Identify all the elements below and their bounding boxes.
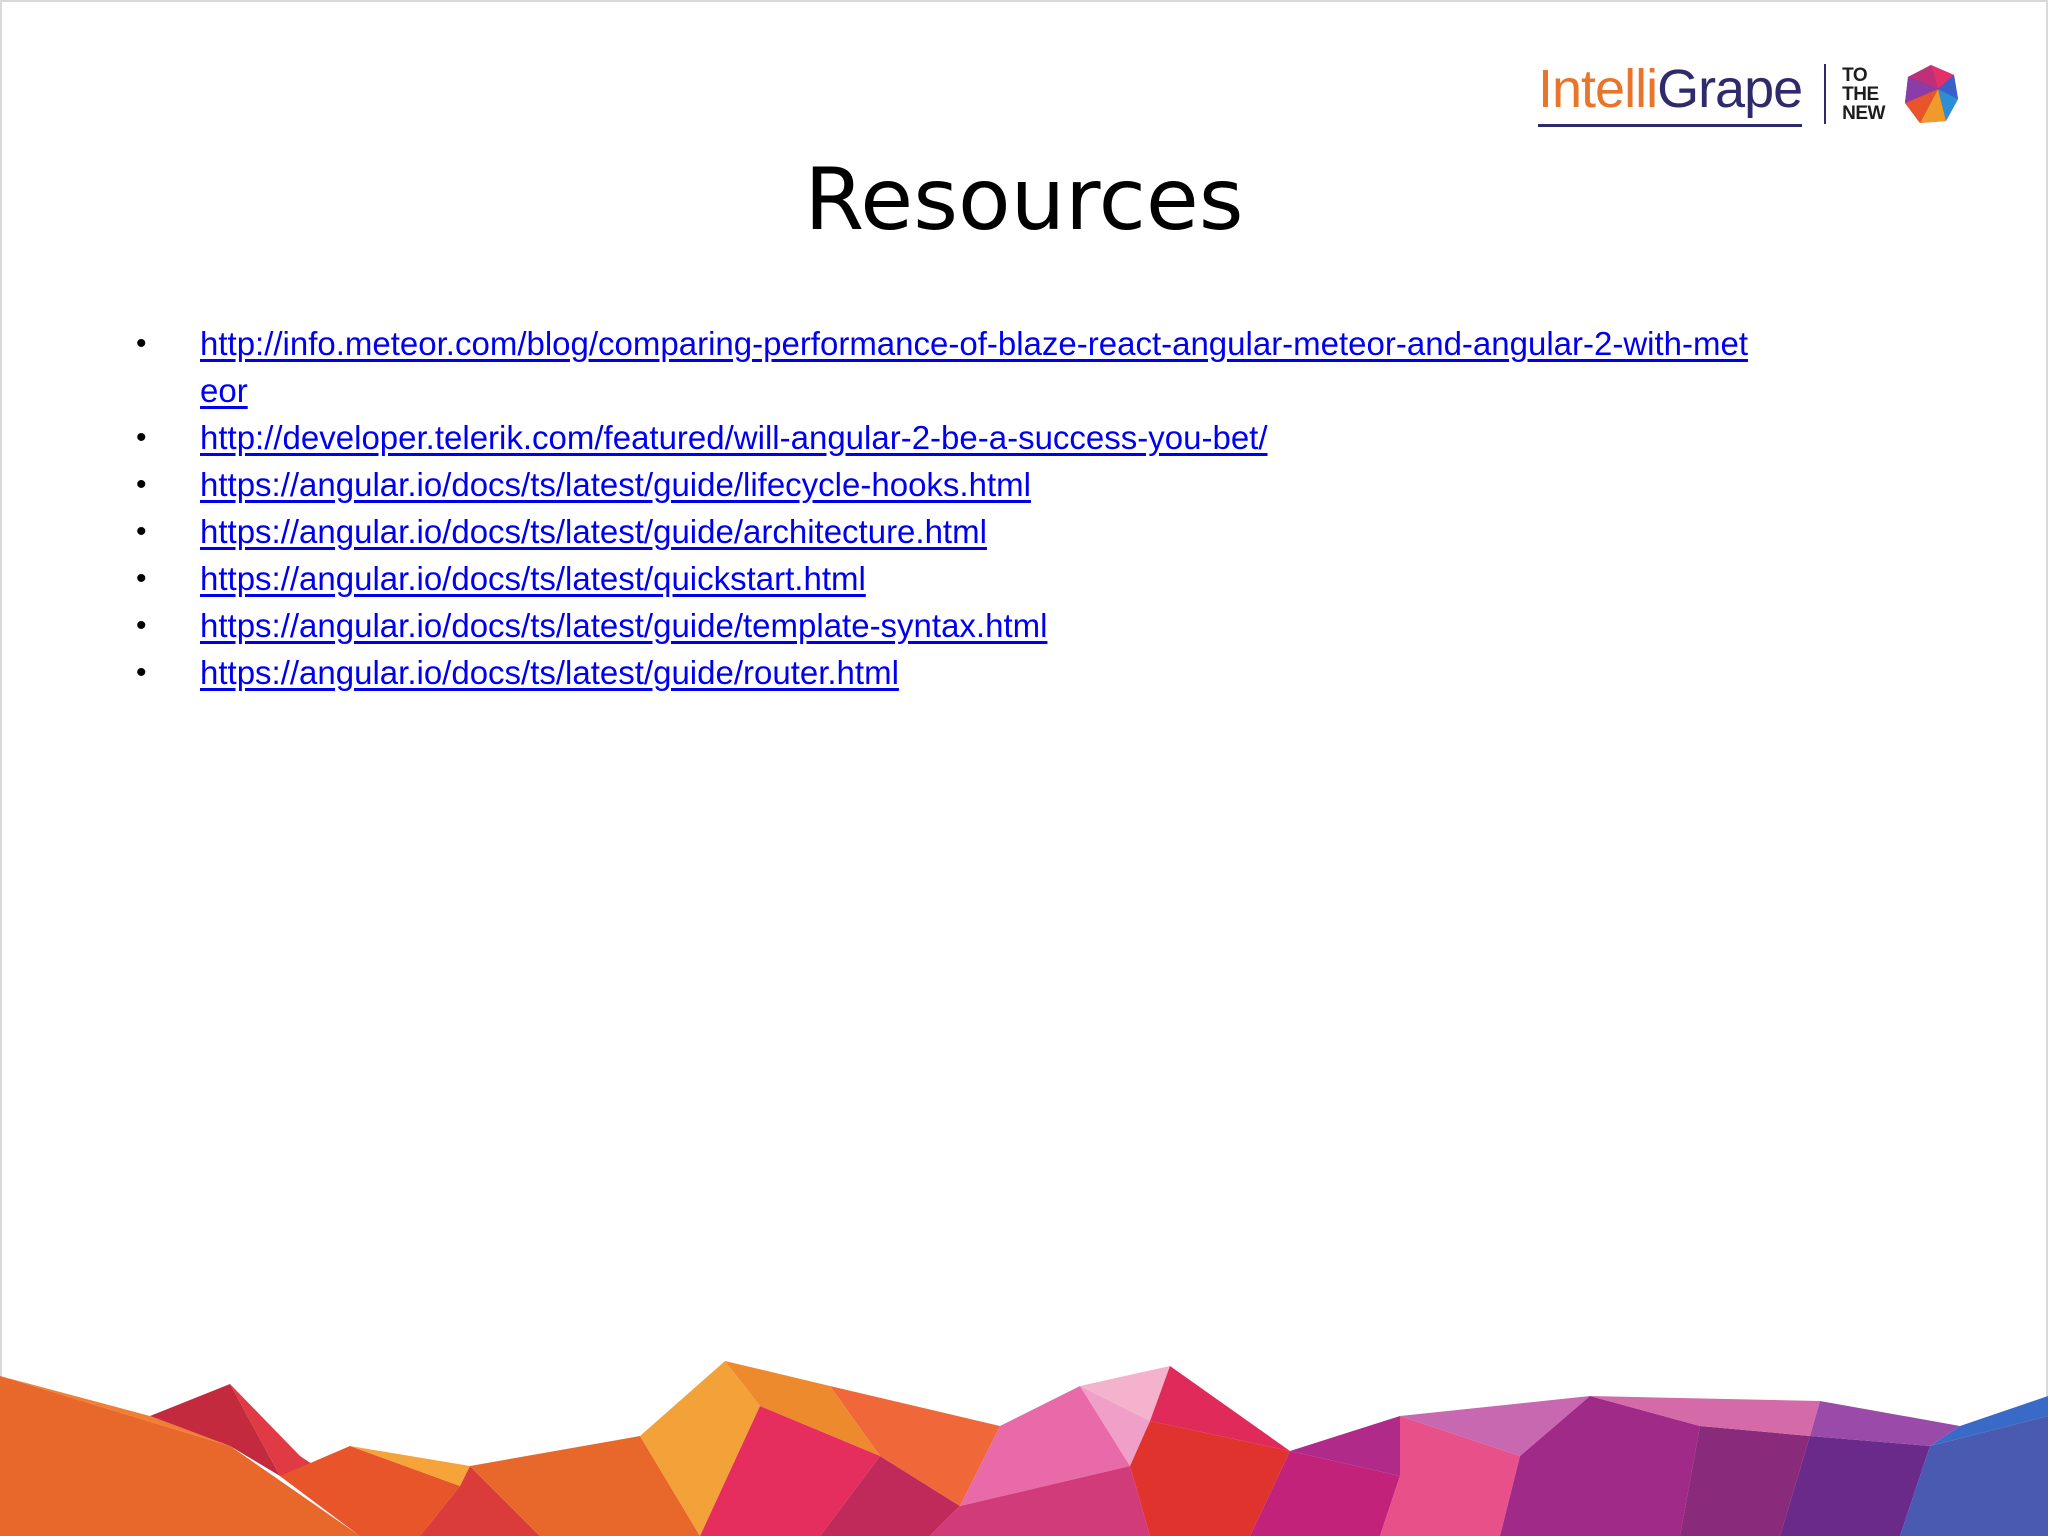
resource-link-template-syntax[interactable]: https://angular.io/docs/ts/latest/guide/… <box>200 607 1047 644</box>
tothenew-line: TO <box>1842 64 1868 86</box>
list-item: • https://angular.io/docs/ts/latest/quic… <box>128 555 1928 602</box>
bullet: • <box>136 421 147 454</box>
resource-link-architecture[interactable]: https://angular.io/docs/ts/latest/guide/… <box>200 513 987 550</box>
bullet: • <box>136 515 147 548</box>
list-item: • https://angular.io/docs/ts/latest/guid… <box>128 461 1928 508</box>
list-item: • http://info.meteor.com/blog/comparing-… <box>128 320 1928 414</box>
tothenew-wordmark: TO THE NEW <box>1842 66 1898 123</box>
list-item: • https://angular.io/docs/ts/latest/guid… <box>128 602 1928 649</box>
list-item: • https://angular.io/docs/ts/latest/guid… <box>128 649 1928 696</box>
resource-link-quickstart[interactable]: https://angular.io/docs/ts/latest/quicks… <box>200 560 866 597</box>
list-item: • https://angular.io/docs/ts/latest/guid… <box>128 508 1928 555</box>
logo-word-part1: Intelli <box>1538 58 1658 119</box>
intelligrape-wordmark: IntelliGrape <box>1538 58 1803 127</box>
gem-icon <box>1905 65 1959 123</box>
footer-polygon-art <box>0 1361 2048 1536</box>
brand-logo: IntelliGrape TO THE NEW <box>1538 58 1978 130</box>
resource-list: • http://info.meteor.com/blog/comparing-… <box>128 320 1928 696</box>
bullet: • <box>136 609 147 642</box>
bullet: • <box>136 562 147 595</box>
logo-word-part2: Grape <box>1657 58 1803 119</box>
list-item: • http://developer.telerik.com/featured/… <box>128 414 1928 461</box>
bullet: • <box>136 327 147 360</box>
resource-link-lifecycle-hooks[interactable]: https://angular.io/docs/ts/latest/guide/… <box>200 466 1031 503</box>
bullet: • <box>136 656 147 689</box>
slide: IntelliGrape TO THE NEW Resources • http… <box>0 0 2048 1536</box>
tothenew-line: THE <box>1842 83 1879 105</box>
logo-divider <box>1824 64 1827 124</box>
bullet: • <box>136 468 147 501</box>
resource-link-router[interactable]: https://angular.io/docs/ts/latest/guide/… <box>200 654 899 691</box>
resource-link-telerik[interactable]: http://developer.telerik.com/featured/wi… <box>200 419 1268 456</box>
slide-title: Resources <box>804 150 1244 250</box>
resource-link-meteor-comparison[interactable]: http://info.meteor.com/blog/comparing-pe… <box>200 320 1760 414</box>
tothenew-line: NEW <box>1842 102 1885 124</box>
